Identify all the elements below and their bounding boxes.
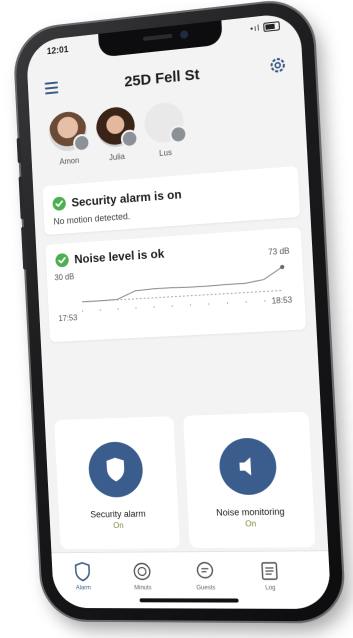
status-time: 12:01	[46, 44, 69, 57]
app-screen: 12:01 •ıl 25D Fell St Amon Julia Lus Sec…	[25, 11, 332, 610]
home-badge-icon	[169, 124, 188, 145]
chart-end-time: 18:53	[271, 295, 293, 306]
tab-label: Guests	[196, 585, 216, 592]
minut-device-icon	[131, 560, 153, 582]
tab-label: Log	[265, 585, 276, 592]
current-level-label: 73 dB	[267, 246, 290, 257]
noise-series-line	[81, 267, 283, 302]
avatar	[48, 110, 91, 153]
shield-icon	[106, 457, 125, 482]
front-camera	[179, 30, 189, 39]
earpiece-speaker	[142, 33, 173, 41]
security-status-subtitle: No motion detected.	[53, 211, 131, 227]
tab-bar: Alarm Minuts Guests Log	[51, 550, 332, 610]
chat-icon	[193, 560, 216, 582]
avatar	[143, 100, 188, 145]
noise-monitoring-toggle[interactable]	[218, 437, 278, 496]
tile-label: Noise monitoring	[215, 506, 285, 518]
member-amon[interactable]: Amon	[46, 110, 91, 167]
noise-monitoring-tile[interactable]: Noise monitoring On	[183, 411, 316, 549]
home-badge-icon	[72, 133, 91, 153]
security-alarm-tile[interactable]: Security alarm On	[54, 416, 181, 550]
home-indicator	[139, 598, 239, 603]
member-julia[interactable]: Julia	[93, 105, 139, 163]
home-badge-icon	[120, 129, 139, 149]
check-icon	[55, 252, 70, 268]
battery-icon	[263, 21, 281, 33]
tab-log[interactable]: Log	[243, 560, 298, 592]
member-name: Lus	[158, 147, 173, 159]
signal-icon: •ıl	[249, 23, 261, 34]
phone: 12:01 •ıl 25D Fell St Amon Julia Lus Sec…	[14, 0, 345, 622]
tab-label: Alarm	[75, 585, 91, 592]
check-icon	[52, 196, 67, 212]
gear-icon[interactable]	[269, 56, 286, 74]
avatar	[95, 105, 139, 149]
tile-state: On	[245, 519, 257, 529]
threshold-label: 30 dB	[54, 272, 75, 283]
status-icons: •ıl	[249, 21, 281, 34]
security-alarm-toggle[interactable]	[87, 441, 145, 498]
tab-label: Minuts	[134, 585, 152, 592]
chart-start-time: 17:53	[58, 313, 78, 324]
tab-minuts[interactable]: Minuts	[116, 560, 168, 591]
member-lus[interactable]: Lus	[141, 100, 188, 160]
security-status-title: Security alarm is on	[71, 187, 182, 210]
tab-alarm[interactable]: Alarm	[57, 561, 108, 592]
tab-guests[interactable]: Guests	[179, 560, 232, 591]
noise-status-card[interactable]: Noise level is ok 30 dB 73 dB 17:53 18:5…	[45, 227, 307, 343]
tile-state: On	[113, 520, 124, 530]
feature-tiles: Security alarm On Noise monitoring On	[54, 411, 318, 558]
member-name: Amon	[59, 155, 80, 167]
list-icon	[259, 560, 281, 583]
shield-icon	[73, 561, 93, 583]
member-name: Julia	[108, 152, 126, 163]
speaker-icon	[239, 457, 252, 476]
product-mockup: 12:01 •ıl 25D Fell St Amon Julia Lus Sec…	[0, 0, 353, 638]
tile-label: Security alarm	[90, 508, 146, 520]
